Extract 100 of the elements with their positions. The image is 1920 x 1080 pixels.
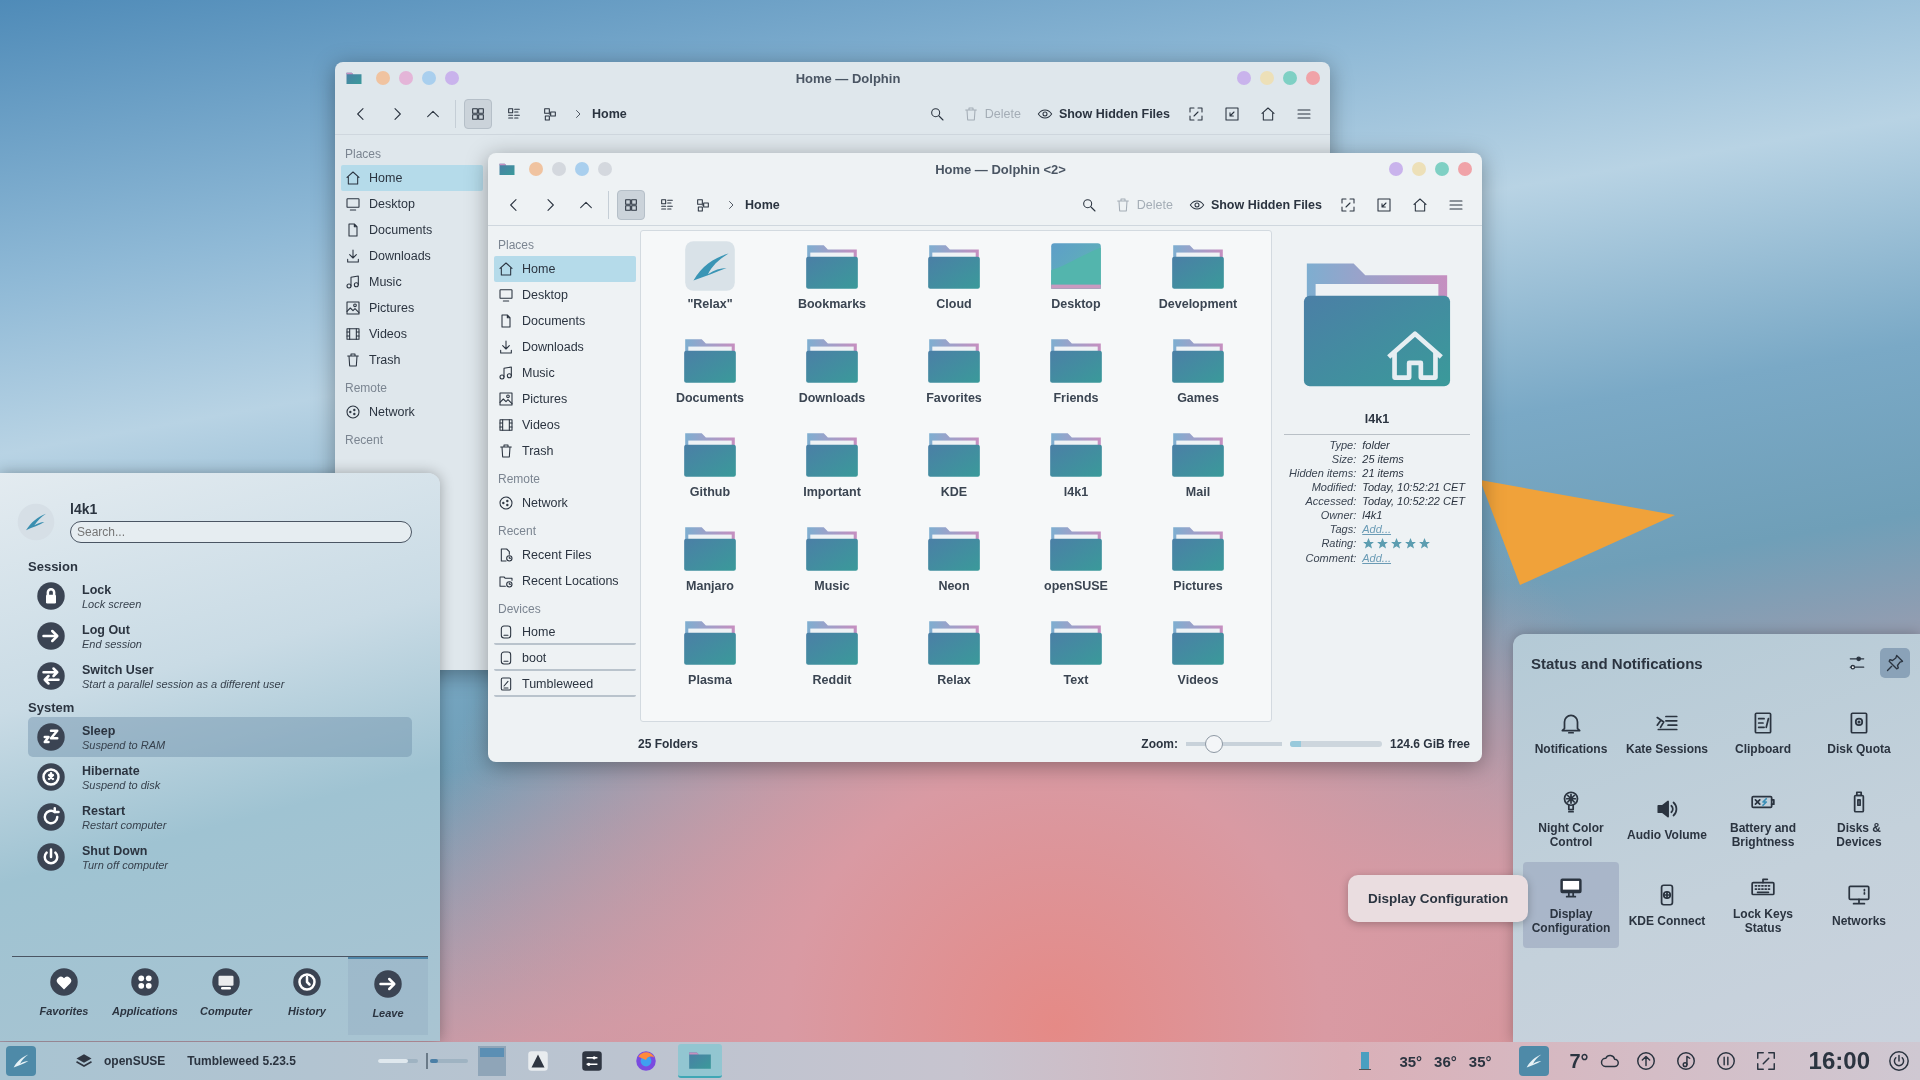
menu-item[interactable]: Shut Down Turn off computer [28, 837, 412, 877]
folder-item[interactable]: Downloads [771, 333, 893, 427]
folder-item[interactable]: "Relax" [649, 239, 771, 333]
sidebar-item[interactable]: Music [341, 269, 483, 295]
tab[interactable]: History [267, 957, 347, 1035]
folder-item[interactable]: KDE [893, 427, 1015, 521]
sidebar-item[interactable]: Trash [341, 347, 483, 373]
window-button[interactable] [1237, 71, 1251, 85]
folder-item[interactable]: Reddit [771, 615, 893, 709]
menu-item[interactable]: Restart Restart computer [28, 797, 412, 837]
folder-item[interactable]: Games [1137, 333, 1259, 427]
section-heading: Devices [497, 601, 542, 618]
menu-item[interactable]: Hibernate Suspend to disk [28, 757, 412, 797]
folder-item[interactable]: Relax [893, 615, 1015, 709]
folder-item[interactable]: Neon [893, 521, 1015, 615]
pin-button[interactable] [1880, 648, 1910, 678]
folder-item[interactable]: Plasma [649, 615, 771, 709]
sidebar-item[interactable]: Videos [341, 321, 483, 347]
folder-item[interactable]: Desktop [1015, 239, 1137, 333]
menu-item[interactable]: Log Out End session [28, 616, 412, 656]
sidebar-item[interactable]: Home [494, 620, 636, 645]
sidebar-item[interactable]: Recent Files [494, 542, 636, 568]
sidebar-item[interactable]: Desktop [494, 282, 636, 308]
status-item[interactable]: Lock Keys Status [1715, 862, 1811, 948]
folder-item[interactable]: Text [1015, 615, 1137, 709]
star-icon[interactable] [1390, 537, 1404, 550]
status-item[interactable]: KDE Connect [1619, 862, 1715, 948]
launcher-button[interactable] [6, 1046, 36, 1076]
window-button[interactable] [1306, 71, 1320, 85]
sidebar-item[interactable]: Downloads [341, 243, 483, 269]
sidebar-item[interactable]: boot [494, 646, 636, 671]
status-item[interactable]: Night Color Control [1523, 776, 1619, 862]
sidebar-item[interactable]: Recent Locations [494, 568, 636, 594]
sidebar-item[interactable]: Music [494, 360, 636, 386]
breadcrumb-item[interactable]: Home [592, 107, 627, 121]
menu-item[interactable]: Sleep Suspend to RAM [28, 717, 412, 757]
menu-item[interactable]: Switch User Start a parallel session as a different user [28, 656, 412, 696]
folder-item[interactable]: Bookmarks [771, 239, 893, 333]
sidebar-item[interactable]: Trash [494, 438, 636, 464]
sidebar-item[interactable]: Pictures [494, 386, 636, 412]
status-item[interactable]: Networks [1811, 862, 1907, 948]
status-item[interactable]: Kate Sessions [1619, 690, 1715, 776]
folder-item[interactable]: Friends [1015, 333, 1137, 427]
folder-item[interactable]: Music [771, 521, 893, 615]
desktop-pager[interactable] [477, 1046, 506, 1076]
folder-item[interactable]: Cloud [893, 239, 1015, 333]
folder-item[interactable]: Manjaro [649, 521, 771, 615]
sidebar-item[interactable]: Tumbleweed [494, 672, 636, 697]
sidebar-item[interactable]: Documents [494, 308, 636, 334]
sleep-icon [36, 722, 66, 752]
sidebar-item[interactable]: Desktop [341, 191, 483, 217]
eye-icon [1188, 197, 1205, 213]
view-mode-button[interactable] [464, 99, 492, 129]
sidebar-item[interactable]: Home [341, 165, 483, 191]
sidebar-item[interactable]: Network [494, 490, 636, 516]
star-icon[interactable] [1362, 537, 1376, 550]
sidebar-item[interactable]: Downloads [494, 334, 636, 360]
star-icon[interactable] [1404, 537, 1418, 550]
tab[interactable]: Applications [105, 957, 185, 1035]
folder-item[interactable]: Pictures [1137, 521, 1259, 615]
app-button[interactable] [1519, 1046, 1550, 1076]
view-mode-button[interactable] [617, 190, 645, 220]
status-item[interactable]: Notifications [1523, 690, 1619, 776]
folder-item[interactable]: Development [1137, 239, 1259, 333]
status-item[interactable]: Disks & Devices [1811, 776, 1907, 862]
window-button[interactable] [1435, 162, 1449, 176]
window-button[interactable] [445, 71, 459, 85]
breadcrumb-item[interactable]: Home [745, 198, 780, 212]
view-icon [506, 106, 522, 122]
folder-item[interactable]: Videos [1137, 615, 1259, 709]
tab[interactable]: Leave [348, 957, 428, 1035]
folder-item[interactable]: Github [649, 427, 771, 521]
star-icon[interactable] [1418, 537, 1432, 550]
music-note-icon [498, 365, 514, 381]
menu-item[interactable]: Lock Lock screen [28, 576, 412, 616]
tab[interactable]: Favorites [24, 957, 104, 1035]
search-field[interactable]: Search... [70, 521, 412, 543]
status-item[interactable]: Clipboard [1715, 690, 1811, 776]
sidebar-item[interactable]: Videos [494, 412, 636, 438]
folder-item[interactable]: Documents [649, 333, 771, 427]
folder-item[interactable]: Mail [1137, 427, 1259, 521]
status-item[interactable]: Display Configuration [1523, 862, 1619, 948]
folder-item[interactable]: openSUSE [1015, 521, 1137, 615]
window-button[interactable] [1389, 162, 1403, 176]
sidebar-item[interactable]: Documents [341, 217, 483, 243]
sidebar-item[interactable]: Home [494, 256, 636, 282]
folder-item[interactable]: Important [771, 427, 893, 521]
sidebar-item[interactable]: Pictures [341, 295, 483, 321]
slider-handle[interactable] [1204, 735, 1223, 753]
tab[interactable]: Computer [186, 957, 266, 1035]
show-hidden-files-button[interactable]: Show Hidden Files [1184, 190, 1326, 220]
folder-item[interactable]: Favorites [893, 333, 1015, 427]
window-button[interactable] [1458, 162, 1472, 176]
sidebar-item[interactable]: Network [341, 399, 483, 425]
status-item[interactable]: Disk Quota [1811, 690, 1907, 776]
status-item[interactable]: Audio Volume [1619, 776, 1715, 862]
status-item[interactable]: Battery and Brightness [1715, 776, 1811, 862]
star-icon[interactable] [1376, 537, 1390, 550]
show-hidden-files-button[interactable]: Show Hidden Files [1032, 99, 1174, 129]
folder-item[interactable]: l4k1 [1015, 427, 1137, 521]
